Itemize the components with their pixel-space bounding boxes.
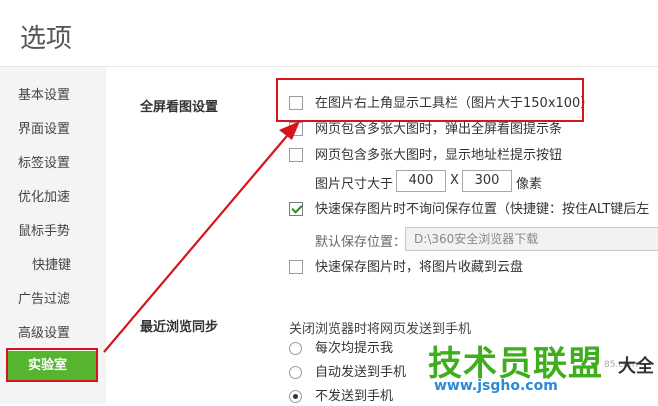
watermark-right-text: 大全	[618, 356, 654, 377]
watermark: 技术员联盟 85.com 大全 www.jsgho.com	[428, 336, 658, 404]
watermark-url: www.jsgho.com	[434, 378, 558, 394]
